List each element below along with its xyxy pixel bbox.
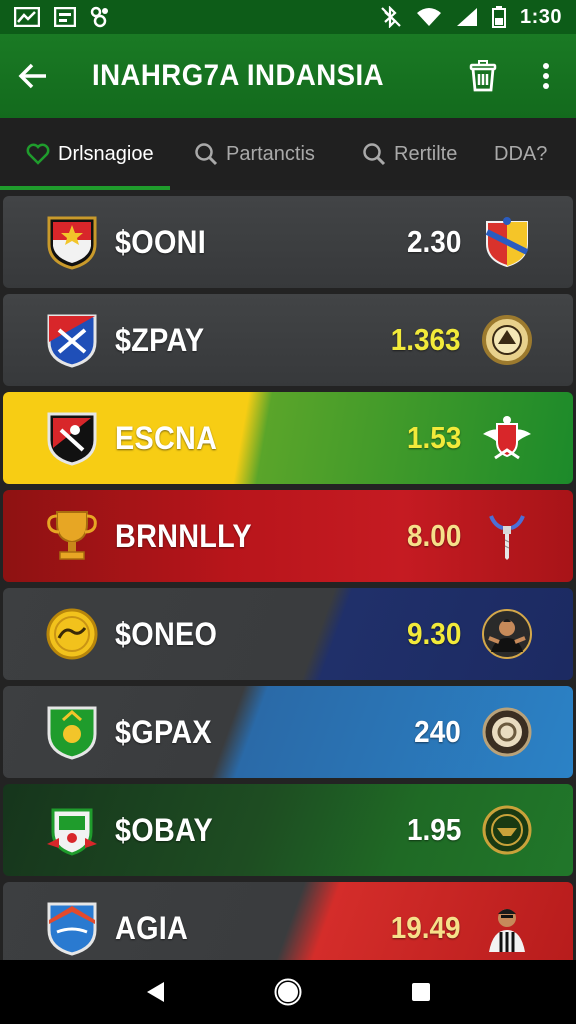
- back-triangle-icon[interactable]: [144, 980, 166, 1004]
- app-bar: INAHRG7A INDANSIA: [0, 34, 576, 118]
- system-nav-bar: [0, 960, 576, 1024]
- odds-value[interactable]: 1.95: [407, 812, 461, 848]
- odds-value[interactable]: 1.53: [407, 420, 461, 456]
- tab-label: Drlsnagioe: [58, 142, 154, 165]
- tab-label: Partanctis: [226, 142, 315, 165]
- team-name: ESCNA: [115, 419, 218, 456]
- list-item[interactable]: $OBAY 1.95: [3, 784, 573, 876]
- team-name: $ZPAY: [115, 321, 205, 358]
- list-item[interactable]: $OONI 2.30: [3, 196, 573, 288]
- tab-dda[interactable]: DDA?: [490, 118, 576, 190]
- list-item[interactable]: $GPAX 240: [3, 686, 573, 778]
- tab-label: Rertilte: [394, 142, 458, 165]
- round-crest-icon: [482, 315, 532, 365]
- team-name: AGIA: [115, 909, 189, 946]
- status-time: 1:30: [519, 5, 562, 28]
- signal-icon: [456, 8, 477, 26]
- round-crest-icon: [482, 805, 532, 855]
- tab-rertilte[interactable]: Rertilte: [350, 118, 490, 190]
- game-icon: [90, 6, 108, 28]
- home-circle-icon[interactable]: [274, 978, 302, 1006]
- list-item[interactable]: $ZPAY 1.363: [3, 294, 573, 386]
- bluetooth-off-icon: [381, 6, 401, 28]
- odds-value[interactable]: 1.363: [391, 322, 461, 358]
- calendar-icon: [54, 7, 76, 27]
- shield-flag-icon: [485, 217, 529, 268]
- shield-badge-icon: [47, 216, 97, 270]
- status-bar: 1:30: [0, 0, 576, 34]
- arrow-left-icon[interactable]: [18, 62, 48, 90]
- coin-badge-icon: [46, 608, 98, 660]
- shield-badge-icon: [47, 314, 97, 368]
- player-avatar-icon: [482, 609, 532, 659]
- page-title: INAHRG7A INDANSIA: [92, 59, 385, 92]
- team-name: BRNNLLY: [115, 517, 252, 554]
- list-item[interactable]: ESCNA 1.53: [3, 392, 573, 484]
- tab-label: DDA?: [494, 142, 548, 165]
- team-name: $GPAX: [115, 713, 212, 750]
- shield-badge-icon: [47, 808, 97, 856]
- player-avatar-icon: [489, 909, 525, 952]
- tab-bar: Drlsnagioe Partanctis Rertilte DDA?: [0, 118, 576, 190]
- list-item[interactable]: AGIA 19.49: [3, 882, 573, 960]
- shield-badge-icon: [47, 412, 97, 466]
- match-list: $OONI 2.30 $ZPAY 1.363 ESCNA 1.53 BRNNLL…: [0, 190, 576, 960]
- team-name: $OONI: [115, 223, 206, 260]
- tab-drlsnagioe[interactable]: Drlsnagioe: [0, 118, 170, 190]
- chart-icon: [14, 7, 40, 27]
- battery-icon: [491, 6, 506, 28]
- recents-square-icon[interactable]: [410, 981, 432, 1003]
- odds-value[interactable]: 8.00: [407, 518, 461, 554]
- odds-value[interactable]: 2.30: [407, 224, 461, 260]
- trophy-icon: [47, 511, 97, 560]
- tab-partanctis[interactable]: Partanctis: [170, 118, 350, 190]
- search-icon: [195, 143, 218, 166]
- round-crest-icon: [482, 707, 532, 757]
- odds-value[interactable]: 19.49: [391, 910, 461, 946]
- odds-value[interactable]: 240: [414, 714, 461, 750]
- shield-badge-icon: [47, 706, 97, 760]
- search-icon: [363, 143, 386, 166]
- list-item[interactable]: BRNNLLY 8.00: [3, 490, 573, 582]
- wifi-icon: [416, 8, 441, 26]
- odds-value[interactable]: 9.30: [407, 616, 461, 652]
- team-name: $OBAY: [115, 811, 213, 848]
- shield-badge-icon: [47, 902, 97, 956]
- team-name: $ONEO: [115, 615, 218, 652]
- list-item[interactable]: $ONEO 9.30: [3, 588, 573, 680]
- eagle-crest-icon: [483, 416, 531, 460]
- more-vertical-icon[interactable]: [542, 62, 550, 90]
- sword-crest-icon: [489, 515, 525, 560]
- trash-icon[interactable]: [468, 60, 498, 92]
- heart-icon: [26, 143, 50, 165]
